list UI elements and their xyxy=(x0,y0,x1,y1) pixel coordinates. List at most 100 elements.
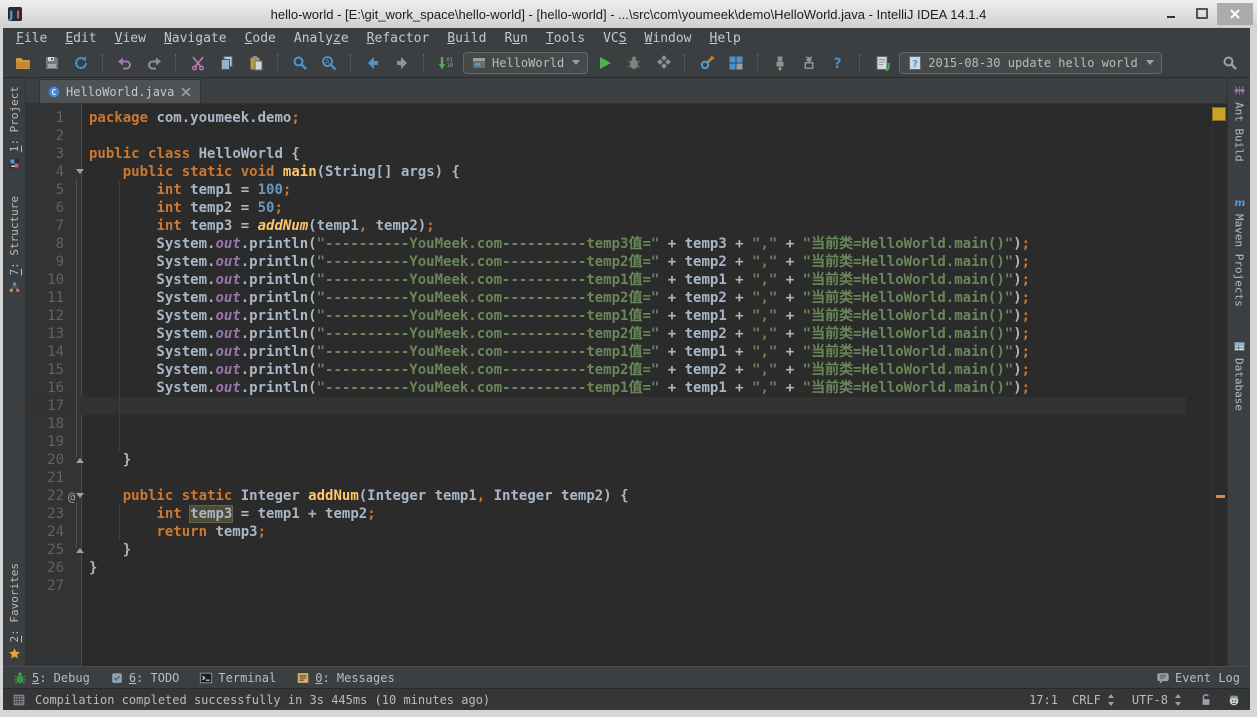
menu-build[interactable]: Build xyxy=(438,30,495,47)
menu-edit[interactable]: Edit xyxy=(56,30,105,47)
svg-text:?: ? xyxy=(912,59,918,70)
toolbar-separator xyxy=(102,54,104,72)
menu-tools[interactable]: Tools xyxy=(537,30,594,47)
tool-window-button-6-todo[interactable]: 6: TODO xyxy=(110,671,180,685)
svg-text:10: 10 xyxy=(447,63,454,69)
toolbar-separator xyxy=(277,54,279,72)
make-project-button[interactable]: 0110 xyxy=(434,51,458,75)
minimize-button[interactable] xyxy=(1157,3,1187,25)
coverage-button[interactable] xyxy=(651,51,675,75)
caret-position[interactable]: 17:1 xyxy=(1029,693,1058,707)
close-button[interactable] xyxy=(1217,3,1253,25)
line-number: 19 xyxy=(26,433,68,451)
toolbar-separator xyxy=(757,54,759,72)
menu-help[interactable]: Help xyxy=(701,30,750,47)
tool-window-button-7-structure[interactable]: 7: Structure xyxy=(8,196,21,293)
svg-text:?: ? xyxy=(834,56,842,71)
menu-window[interactable]: Window xyxy=(636,30,701,47)
paste-button[interactable] xyxy=(244,51,268,75)
tool-window-label: 5: Debug xyxy=(32,671,90,685)
sdk-manager-button[interactable] xyxy=(768,51,792,75)
tool-window-button-maven-projects[interactable]: mMaven Projects xyxy=(1233,196,1246,307)
tool-window-button-2-favorites[interactable]: 2: Favorites xyxy=(8,563,21,660)
line-ending-select[interactable]: CRLF xyxy=(1072,693,1118,707)
toolbar-separator xyxy=(859,54,861,72)
find-button[interactable] xyxy=(288,51,312,75)
ant-icon xyxy=(1233,84,1246,97)
commit-changes-button[interactable] xyxy=(870,51,894,75)
inspection-profile-icon[interactable] xyxy=(1227,693,1241,707)
debug-button[interactable] xyxy=(622,51,646,75)
copy-button[interactable] xyxy=(215,51,239,75)
code-line-27: 27 xyxy=(26,577,1186,595)
fold-arrow-icon[interactable] xyxy=(76,169,84,174)
run-button[interactable] xyxy=(593,51,617,75)
close-icon xyxy=(1227,6,1243,22)
project-structure-button[interactable] xyxy=(724,51,748,75)
replace-icon: A xyxy=(321,55,337,71)
maximize-button[interactable] xyxy=(1187,3,1217,25)
project-structure-icon xyxy=(728,55,744,71)
menu-vcs[interactable]: VCS xyxy=(594,30,635,47)
editor-scrollbar[interactable] xyxy=(1212,104,1227,666)
settings-button[interactable] xyxy=(695,51,719,75)
line-number: 6 xyxy=(26,199,68,217)
tab-close-icon[interactable] xyxy=(179,85,193,99)
menu-run[interactable]: Run xyxy=(495,30,536,47)
lock-icon[interactable] xyxy=(1199,693,1213,707)
tool-buttons-toggle-icon[interactable] xyxy=(12,693,26,707)
menu-analyze[interactable]: Analyze xyxy=(285,30,358,47)
run-configuration-select[interactable]: HelloWorld xyxy=(463,52,588,74)
line-number: 20 xyxy=(26,451,68,469)
tool-window-button-0-messages[interactable]: 0: Messages xyxy=(296,671,394,685)
tool-window-label: Ant Build xyxy=(1233,102,1246,162)
status-message: Compilation completed successfully in 3s… xyxy=(35,693,490,707)
menu-file[interactable]: File xyxy=(7,30,56,47)
tool-window-button-database[interactable]: Database xyxy=(1233,340,1246,411)
line-number: 27 xyxy=(26,577,68,595)
tool-window-button-event-log[interactable]: Event Log xyxy=(1156,671,1240,685)
open-button[interactable] xyxy=(11,51,35,75)
help-button[interactable]: ? xyxy=(826,51,850,75)
make-project-icon: 0110 xyxy=(438,55,454,71)
cut-button[interactable] xyxy=(186,51,210,75)
forward-button[interactable] xyxy=(390,51,414,75)
title-bar: JI hello-world - [E:\git_work_space\hell… xyxy=(0,0,1257,28)
save-all-button[interactable] xyxy=(40,51,64,75)
line-number: 4 xyxy=(26,163,68,181)
back-button[interactable] xyxy=(361,51,385,75)
code-editor[interactable]: 1package com.youmeek.demo;23public class… xyxy=(26,104,1227,666)
encoding-select[interactable]: UTF-8 xyxy=(1132,693,1185,707)
menu-code[interactable]: Code xyxy=(236,30,285,47)
error-stripe-mark[interactable] xyxy=(1216,495,1225,498)
line-number: 15 xyxy=(26,361,68,379)
vcs-message-select[interactable]: ? 2015-08-30 update hello world xyxy=(899,52,1162,74)
tool-window-button-5-debug[interactable]: 5: Debug xyxy=(13,671,90,685)
maven-icon: m xyxy=(1233,196,1246,209)
code-line-10: 10 System.out.println("----------YouMeek… xyxy=(26,271,1186,289)
android-sdk-icon xyxy=(772,55,788,71)
synchronize-button[interactable] xyxy=(69,51,93,75)
search-everywhere-button[interactable] xyxy=(1218,51,1242,75)
replace-button[interactable]: A xyxy=(317,51,341,75)
editor-tab-helloworld[interactable]: C HelloWorld.java xyxy=(39,79,201,103)
tool-window-button-1-project[interactable]: 1: Project xyxy=(8,86,21,170)
favorites-icon xyxy=(8,647,21,660)
redo-button[interactable] xyxy=(142,51,166,75)
redo-icon xyxy=(146,55,162,71)
tool-window-button-terminal[interactable]: Terminal xyxy=(199,671,276,685)
tool-window-label: Event Log xyxy=(1175,671,1240,685)
code-line-20: 20 } xyxy=(26,451,1186,469)
fold-arrow-icon[interactable] xyxy=(76,493,84,498)
error-stripe-warning-square[interactable] xyxy=(1212,107,1226,121)
menu-view[interactable]: View xyxy=(106,30,155,47)
menu-refactor[interactable]: Refactor xyxy=(358,30,439,47)
code-line-24: 24 return temp3; xyxy=(26,523,1186,541)
menu-navigate[interactable]: Navigate xyxy=(155,30,236,47)
undo-button[interactable] xyxy=(113,51,137,75)
fold-arrow-icon[interactable] xyxy=(76,458,84,463)
tool-window-button-ant-build[interactable]: Ant Build xyxy=(1233,84,1246,162)
avd-manager-button[interactable] xyxy=(797,51,821,75)
code-line-5: 5 int temp1 = 100; xyxy=(26,181,1186,199)
fold-arrow-icon[interactable] xyxy=(76,548,84,553)
